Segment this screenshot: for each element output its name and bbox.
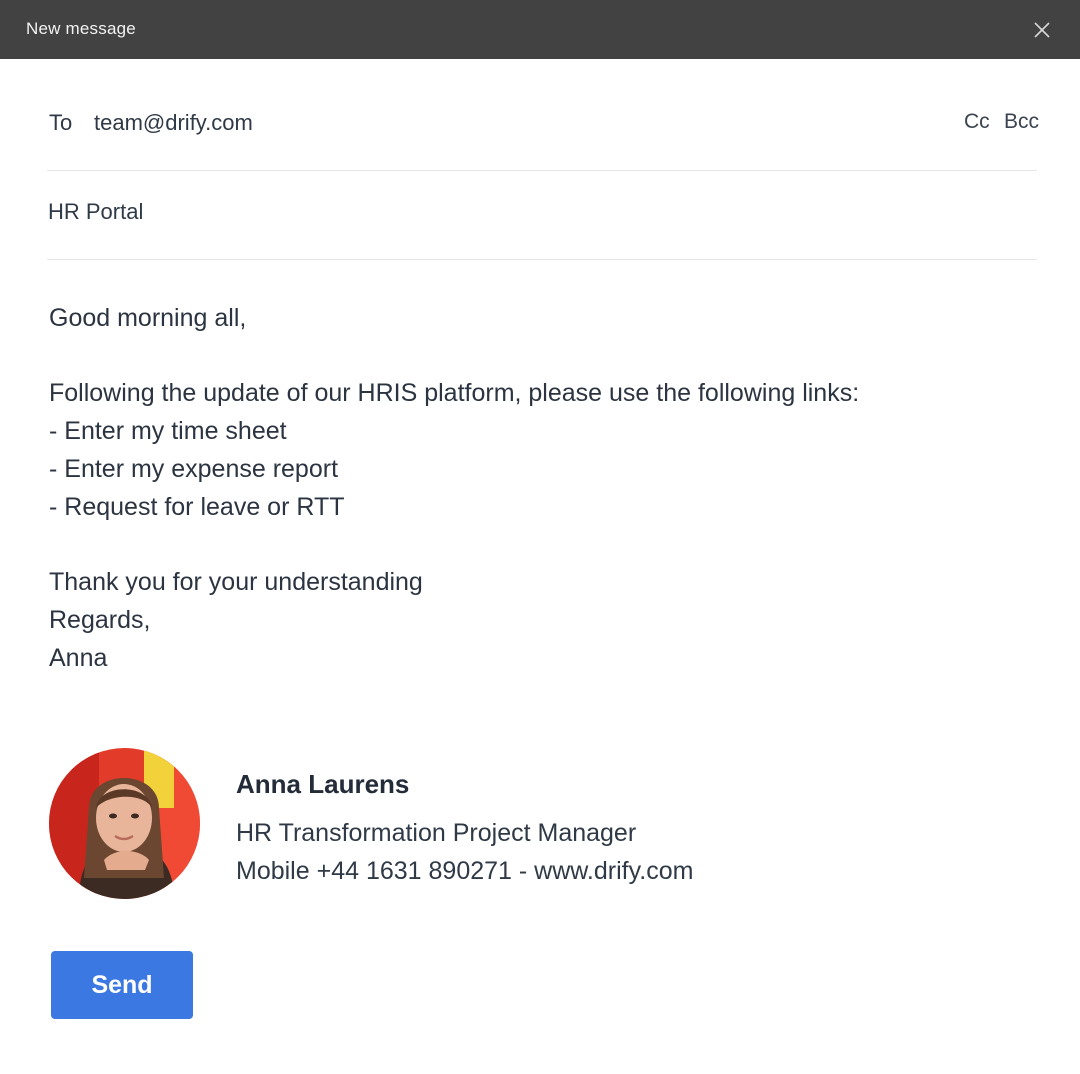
greeting-line: Good morning all, [49, 304, 247, 332]
send-button[interactable]: Send [51, 951, 193, 1019]
divider [47, 170, 1037, 171]
signature-contact: Mobile +44 1631 890271 - www.drify.com [236, 857, 694, 885]
window-title: New message [26, 19, 136, 38]
intro-line: Following the update of our HRIS platfor… [49, 379, 860, 407]
bcc-button[interactable]: Bcc [1004, 110, 1039, 134]
signature-name: Anna Laurens [236, 769, 410, 799]
link-item: - Enter my expense report [49, 455, 339, 483]
avatar [49, 748, 200, 899]
subject-field[interactable]: HR Portal [48, 199, 143, 225]
signature-title: HR Transformation Project Manager [236, 819, 637, 847]
to-field[interactable]: team@drify.com [94, 110, 253, 136]
to-label: To [49, 110, 73, 135]
closing-line: Thank you for your understanding [49, 568, 423, 596]
sender-first-name: Anna [49, 644, 108, 672]
cc-button[interactable]: Cc [964, 110, 990, 134]
close-icon[interactable] [1030, 18, 1054, 42]
divider [47, 259, 1037, 260]
regards-line: Regards, [49, 606, 151, 634]
compose-titlebar: New message [0, 0, 1080, 59]
link-item: - Request for leave or RTT [49, 493, 345, 521]
link-item: - Enter my time sheet [49, 417, 287, 445]
